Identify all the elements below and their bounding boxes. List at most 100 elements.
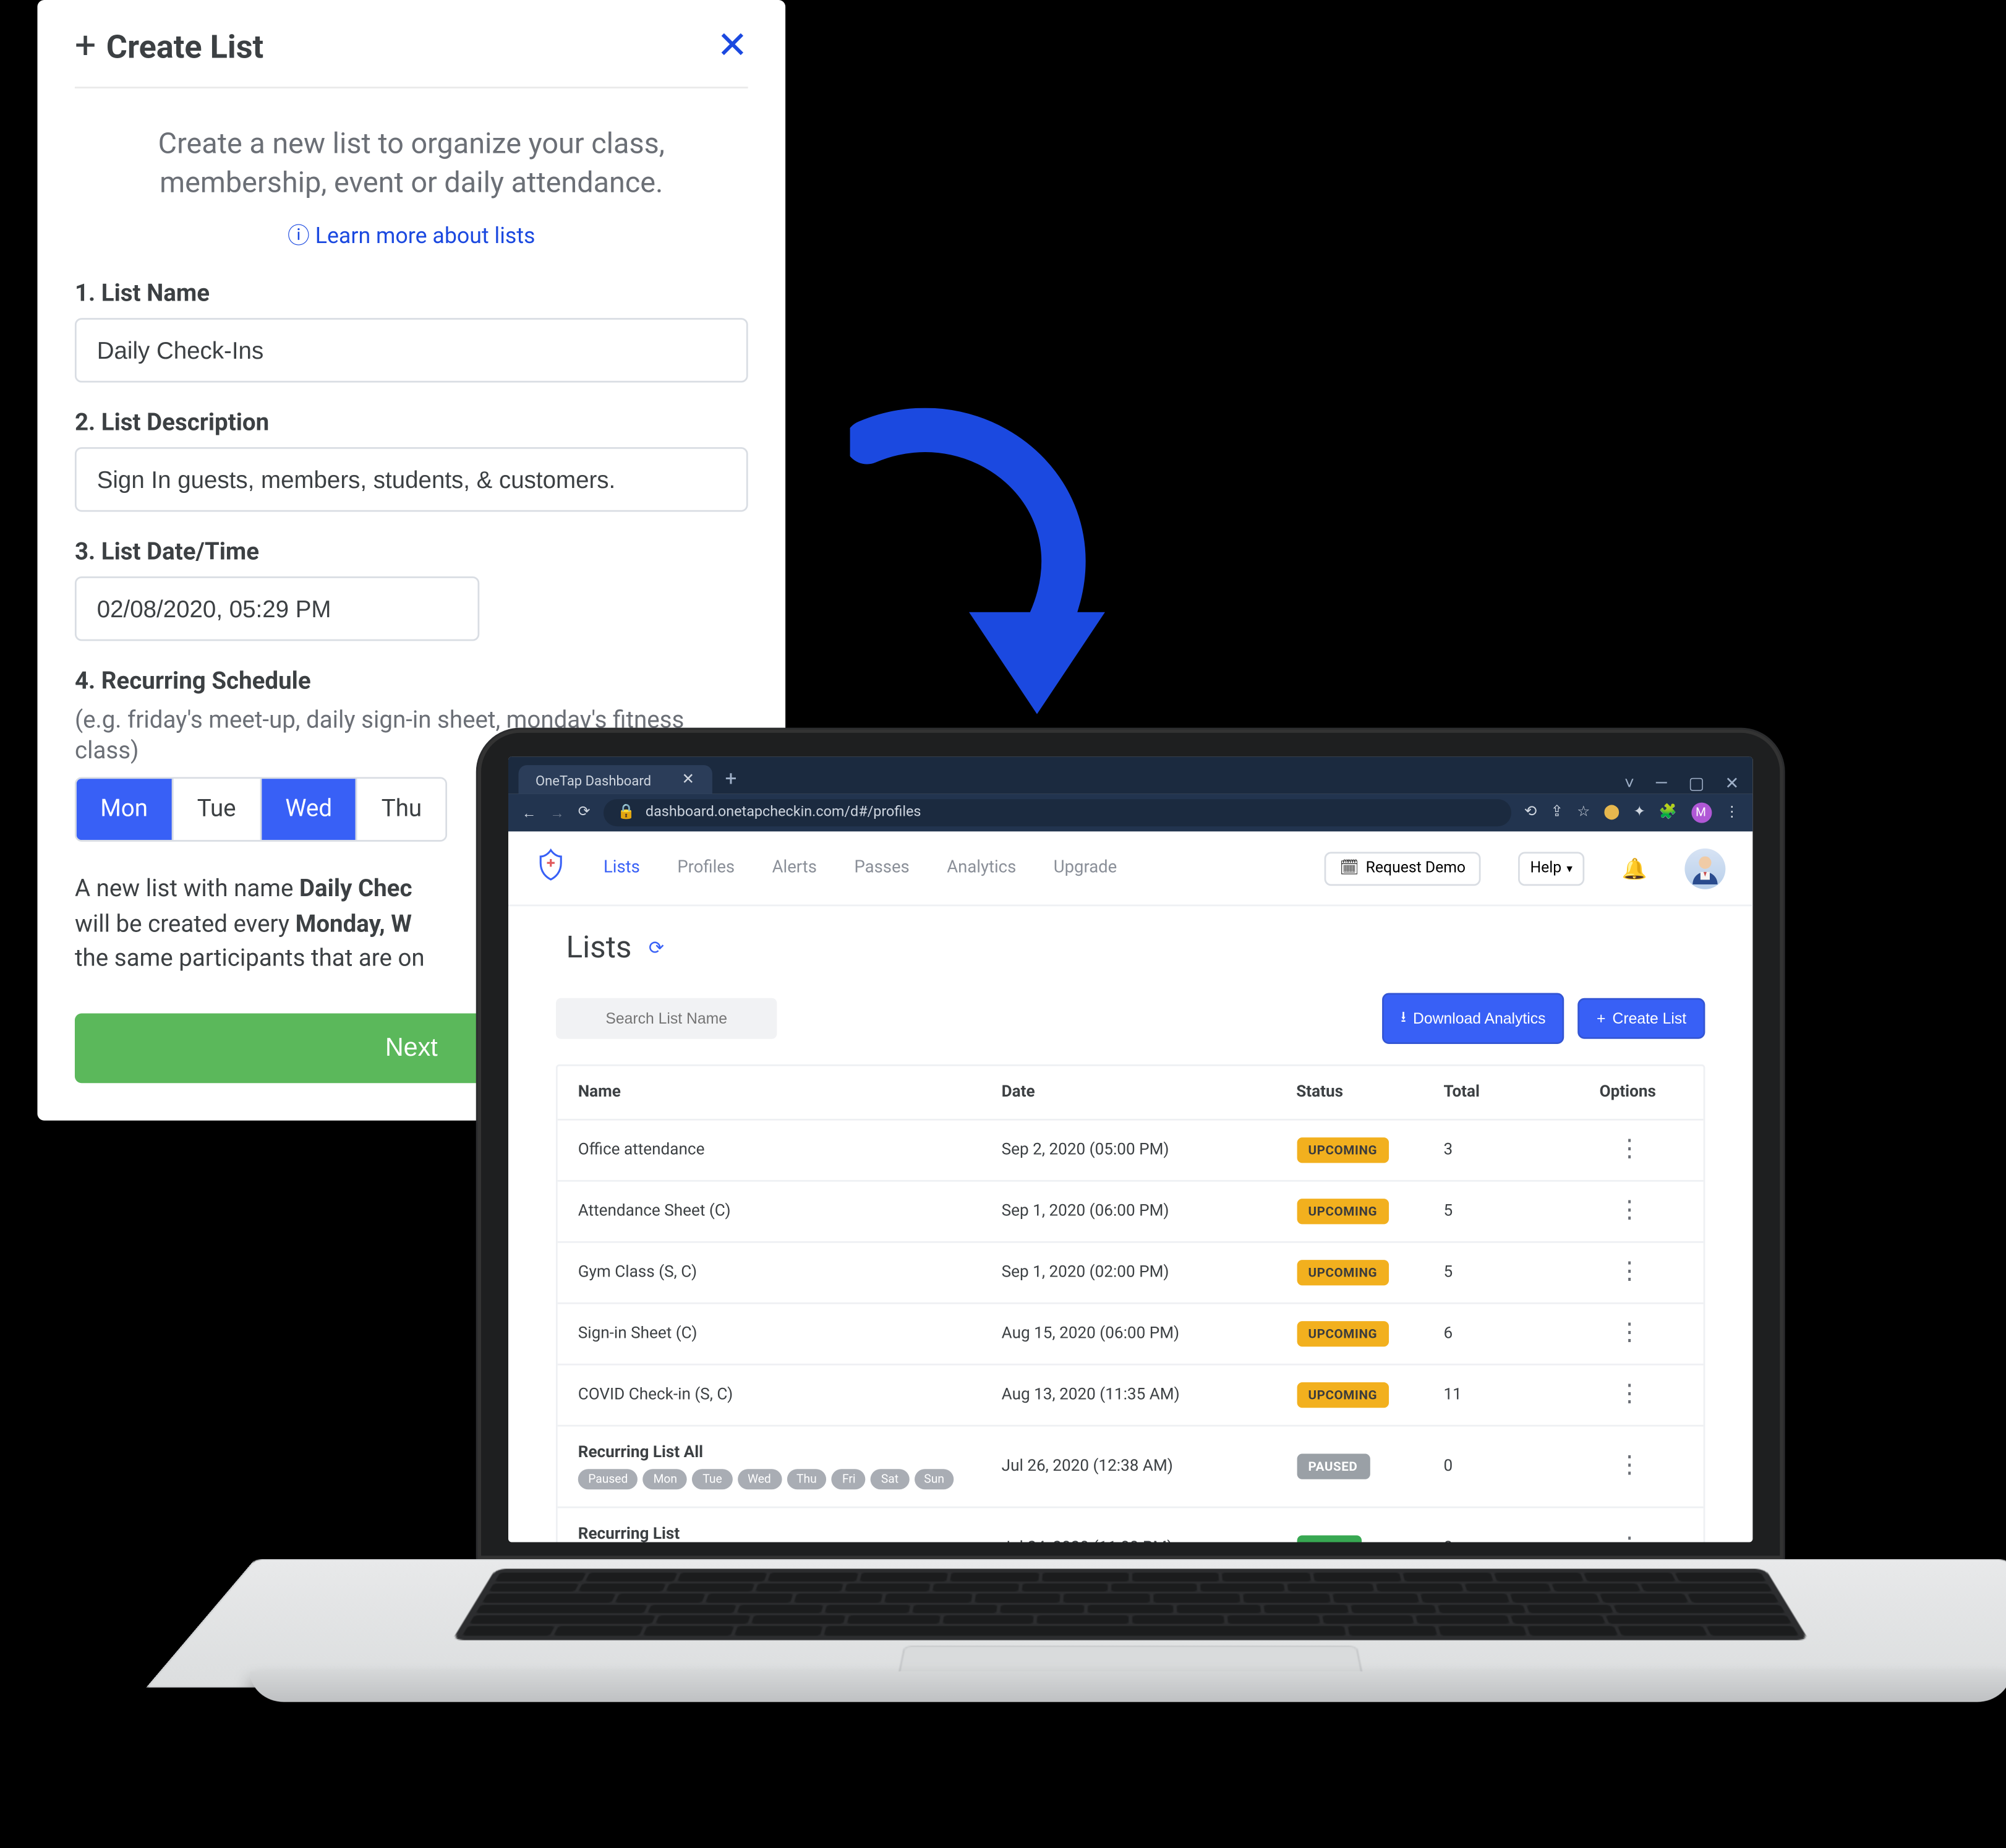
row-name: Office attendance bbox=[578, 1141, 1002, 1160]
table-row[interactable]: Recurring ListRecurringMonTueWedThuFriSa… bbox=[558, 1508, 1704, 1542]
row-options-icon[interactable]: ⋮ bbox=[1573, 1145, 1683, 1155]
url-text: dashboard.onetapcheckin.com/d#/profiles bbox=[646, 804, 921, 821]
row-name: Gym Class (S, C) bbox=[578, 1264, 1002, 1282]
learn-more-link[interactable]: ⓘ Learn more about lists bbox=[75, 218, 748, 250]
window-min-icon[interactable]: — bbox=[1655, 776, 1668, 794]
row-date: Aug 13, 2020 (11:35 AM) bbox=[1002, 1386, 1297, 1405]
avatar[interactable] bbox=[1684, 847, 1725, 888]
table-row[interactable]: Gym Class (S, C)Sep 1, 2020 (02:00 PM)UP… bbox=[558, 1243, 1704, 1304]
list-datetime-label: 3. List Date/Time bbox=[75, 539, 748, 566]
info-icon: ⓘ bbox=[288, 225, 310, 250]
window-max-icon[interactable]: ▢ bbox=[1688, 776, 1704, 794]
row-total: 3 bbox=[1443, 1141, 1573, 1160]
ext-icon-1[interactable]: ⬤ bbox=[1603, 804, 1620, 821]
status-badge: UPCOMING bbox=[1296, 1199, 1389, 1224]
nav-fwd-icon[interactable]: → bbox=[550, 803, 564, 822]
nav-profiles[interactable]: Profiles bbox=[677, 858, 735, 877]
upload-icon[interactable]: ⇪ bbox=[1550, 804, 1563, 821]
request-demo-button[interactable]: 🗓 Request Demo bbox=[1324, 851, 1480, 885]
window-close-icon[interactable]: ✕ bbox=[1725, 776, 1739, 794]
row-date: Aug 15, 2020 (06:00 PM) bbox=[1002, 1325, 1297, 1343]
list-desc-label: 2. List Description bbox=[75, 409, 748, 437]
app-logo-icon[interactable] bbox=[536, 847, 566, 889]
row-options-icon[interactable]: ⋮ bbox=[1573, 1461, 1683, 1471]
download-analytics-button[interactable]: ⭳ Download Analytics bbox=[1382, 993, 1564, 1044]
nav-reload-icon[interactable]: ⟳ bbox=[578, 804, 591, 821]
recurring-label: 4. Recurring Schedule bbox=[75, 668, 748, 695]
share-icon[interactable]: ⟲ bbox=[1524, 804, 1537, 821]
app-header: Lists Profiles Alerts Passes Analytics Upgrad… bbox=[508, 831, 1752, 906]
row-total: 5 bbox=[1443, 1264, 1573, 1282]
refresh-icon[interactable]: ⟳ bbox=[649, 937, 664, 959]
list-name-label: 1. List Name bbox=[75, 280, 748, 307]
row-total: 6 bbox=[1443, 1325, 1573, 1343]
row-name: COVID Check-in (S, C) bbox=[578, 1386, 1002, 1405]
kebab-icon[interactable]: ⋮ bbox=[1725, 804, 1739, 821]
url-field[interactable]: 🔒 dashboard.onetapcheckin.com/d#/profile… bbox=[604, 799, 1510, 826]
tab-close-icon[interactable]: ✕ bbox=[681, 772, 694, 789]
plus-icon: + bbox=[1597, 1010, 1605, 1027]
row-name: Recurring ListRecurringMonTueWedThuFriSa… bbox=[578, 1525, 1002, 1542]
star-icon[interactable]: ☆ bbox=[1577, 804, 1590, 821]
row-options-icon[interactable]: ⋮ bbox=[1573, 1268, 1683, 1277]
window-controls: ˅ — ▢ ✕ bbox=[1624, 776, 1753, 794]
nav-alerts[interactable]: Alerts bbox=[772, 858, 817, 877]
table-header: Name Date Status Total Options bbox=[558, 1066, 1704, 1121]
chip-day: Fri bbox=[832, 1469, 866, 1489]
row-name: Sign-in Sheet (C) bbox=[578, 1325, 1002, 1343]
modal-intro: Create a new list to organize your class… bbox=[75, 116, 748, 207]
calendar-icon: 🗓 bbox=[1339, 860, 1359, 876]
browser-tab[interactable]: OneTap Dashboard ✕ bbox=[518, 765, 711, 794]
row-options-icon[interactable]: ⋮ bbox=[1573, 1207, 1683, 1216]
row-date: Sep 2, 2020 (05:00 PM) bbox=[1002, 1141, 1297, 1160]
download-icon: ⭳ bbox=[1401, 1005, 1406, 1032]
puzzle-icon[interactable]: 🧩 bbox=[1659, 804, 1677, 821]
list-datetime-input[interactable] bbox=[75, 576, 479, 641]
row-options-icon[interactable]: ⋮ bbox=[1573, 1329, 1683, 1338]
create-list-button[interactable]: + Create List bbox=[1578, 998, 1705, 1039]
table-row[interactable]: Attendance Sheet (C)Sep 1, 2020 (06:00 P… bbox=[558, 1182, 1704, 1243]
browser-tab-strip: OneTap Dashboard ✕ + ˅ — ▢ ✕ bbox=[508, 756, 1752, 794]
new-tab-button[interactable]: + bbox=[719, 767, 744, 794]
chip-day: Thu bbox=[787, 1469, 827, 1489]
status-badge: UPCOMING bbox=[1296, 1260, 1389, 1285]
chip-day: Sat bbox=[871, 1469, 908, 1489]
profile-badge[interactable]: M bbox=[1691, 803, 1711, 823]
page-title: Lists bbox=[566, 930, 631, 966]
lists-table: Name Date Status Total Options Office at… bbox=[556, 1064, 1705, 1542]
status-badge: TODAY bbox=[1296, 1535, 1362, 1542]
nav-back-icon[interactable]: ← bbox=[522, 803, 536, 822]
help-dropdown[interactable]: Help ▾ bbox=[1518, 851, 1584, 885]
row-total: 0 bbox=[1443, 1539, 1573, 1542]
plus-icon: + bbox=[75, 28, 96, 65]
day-mon[interactable]: Mon bbox=[77, 779, 174, 841]
laptop-illustration: OneTap Dashboard ✕ + ˅ — ▢ ✕ ← → ⟳ bbox=[255, 728, 2006, 1848]
chip-day: Wed bbox=[737, 1469, 781, 1489]
col-options: Options bbox=[1573, 1083, 1683, 1102]
ext-icon-2[interactable]: ✦ bbox=[1633, 804, 1645, 821]
window-settings-icon[interactable]: ˅ bbox=[1624, 776, 1634, 794]
table-row[interactable]: Office attendanceSep 2, 2020 (05:00 PM)U… bbox=[558, 1121, 1704, 1182]
nav-passes[interactable]: Passes bbox=[854, 858, 909, 877]
search-input[interactable] bbox=[556, 998, 777, 1039]
day-tue[interactable]: Tue bbox=[173, 779, 262, 841]
chevron-down-icon: ▾ bbox=[1566, 861, 1573, 875]
table-row[interactable]: COVID Check-in (S, C)Aug 13, 2020 (11:35… bbox=[558, 1366, 1704, 1427]
col-date: Date bbox=[1002, 1083, 1297, 1102]
row-date: Jul 24, 2020 (11:00 PM) bbox=[1002, 1539, 1297, 1542]
nav-upgrade[interactable]: Upgrade bbox=[1054, 858, 1117, 877]
close-icon[interactable]: ✕ bbox=[717, 28, 748, 65]
chip-day: Tue bbox=[693, 1469, 732, 1489]
nav-lists[interactable]: Lists bbox=[604, 858, 640, 877]
table-row[interactable]: Sign-in Sheet (C)Aug 15, 2020 (06:00 PM)… bbox=[558, 1304, 1704, 1366]
chip-lead: Paused bbox=[578, 1469, 638, 1489]
list-desc-input[interactable] bbox=[75, 447, 748, 511]
arrow-illustration bbox=[850, 408, 1156, 731]
row-options-icon[interactable]: ⋮ bbox=[1573, 1390, 1683, 1400]
table-row[interactable]: Recurring List AllPausedMonTueWedThuFriS… bbox=[558, 1427, 1704, 1508]
bell-icon[interactable]: 🔔 bbox=[1622, 856, 1647, 879]
list-name-input[interactable] bbox=[75, 318, 748, 382]
row-date: Jul 26, 2020 (12:38 AM) bbox=[1002, 1457, 1297, 1476]
nav-analytics[interactable]: Analytics bbox=[947, 858, 1016, 877]
status-badge: PAUSED bbox=[1296, 1454, 1369, 1479]
